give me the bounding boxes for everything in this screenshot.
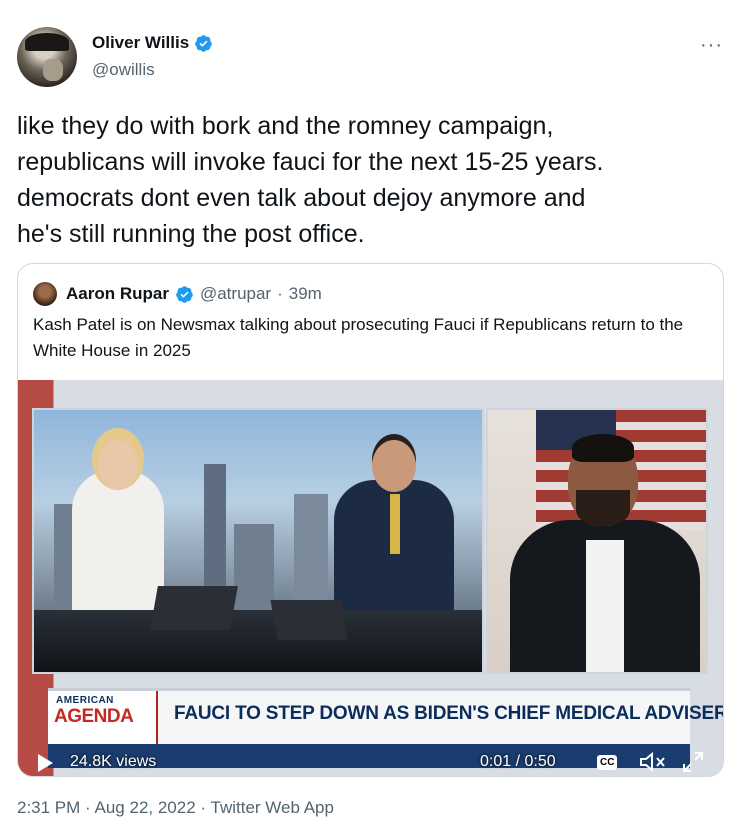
guest-figure	[510, 520, 700, 672]
video-player[interactable]: AMERICAN AGENDA FAUCI TO STEP DOWN AS BI…	[18, 380, 723, 776]
anchor-tie	[390, 494, 400, 554]
view-count: 24.8K views	[70, 753, 157, 770]
more-options-icon[interactable]: ···	[700, 34, 723, 57]
meta-separator: ·	[277, 284, 283, 303]
lower-third-banner: AMERICAN AGENDA FAUCI TO STEP DOWN AS BI…	[48, 688, 723, 747]
news-desk	[34, 610, 482, 672]
news-headline: FAUCI TO STEP DOWN AS BIDEN'S CHIEF MEDI…	[174, 703, 724, 724]
tweet-footer: 2:31 PM · Aug 22, 2022 · Twitter Web App	[17, 798, 334, 818]
tweet-text: like they do with bork and the romney ca…	[17, 112, 604, 248]
video-time: 0:01 / 0:50	[480, 753, 556, 770]
verified-badge-icon	[195, 34, 212, 52]
closed-captions-icon[interactable]: CC	[597, 755, 618, 770]
tweet-client[interactable]: Twitter Web App	[211, 798, 334, 817]
quoted-tweet-card[interactable]: Aaron Rupar @atrupar · 39m Kash Patel is…	[17, 263, 724, 777]
fullscreen-icon[interactable]	[682, 751, 704, 773]
avatar-hand-shape	[43, 59, 63, 81]
skyline-building	[234, 524, 274, 614]
play-icon[interactable]	[38, 754, 53, 772]
show-logo: AMERICAN AGENDA	[48, 691, 158, 747]
quoted-time-ago[interactable]: 39m	[289, 284, 322, 304]
laptop-shape	[270, 600, 348, 640]
quoted-author-handle[interactable]: @atrupar	[200, 284, 271, 304]
skyline-building	[294, 494, 328, 614]
anchor-man-head	[372, 440, 416, 492]
avatar-hat-shape	[25, 33, 69, 51]
meta-separator: ·	[85, 798, 91, 817]
anchor-man-figure	[334, 440, 454, 620]
author-name-row: Oliver Willis	[92, 33, 213, 53]
author-handle[interactable]: @owillis	[92, 60, 155, 80]
video-controls: 24.8K views 0:01 / 0:50 CC	[18, 746, 723, 776]
guest-head	[568, 434, 638, 526]
studio-panel	[32, 408, 484, 674]
show-logo-top: AMERICAN	[56, 695, 114, 706]
guest-shirt	[586, 540, 624, 672]
remote-guest-panel	[486, 408, 708, 674]
tweet-date[interactable]: Aug 22, 2022	[95, 798, 196, 817]
quoted-author-display-name[interactable]: Aaron Rupar	[66, 284, 169, 304]
quoted-author-avatar[interactable]	[33, 282, 57, 306]
anchor-woman-figure	[72, 440, 164, 630]
quoted-tweet-text: Kash Patel is on Newsmax talking about p…	[33, 315, 684, 360]
show-logo-main: AGENDA	[54, 706, 134, 727]
meta-separator: ·	[200, 798, 207, 817]
tweet-time[interactable]: 2:31 PM	[17, 798, 80, 817]
quoted-tweet-header: Aaron Rupar @atrupar · 39m	[33, 282, 322, 306]
anchor-woman-head	[98, 440, 138, 490]
author-avatar[interactable]	[17, 27, 77, 87]
author-display-name[interactable]: Oliver Willis	[92, 33, 189, 53]
laptop-shape	[150, 586, 238, 630]
mute-icon[interactable]	[639, 751, 667, 773]
verified-badge-icon	[176, 285, 193, 303]
